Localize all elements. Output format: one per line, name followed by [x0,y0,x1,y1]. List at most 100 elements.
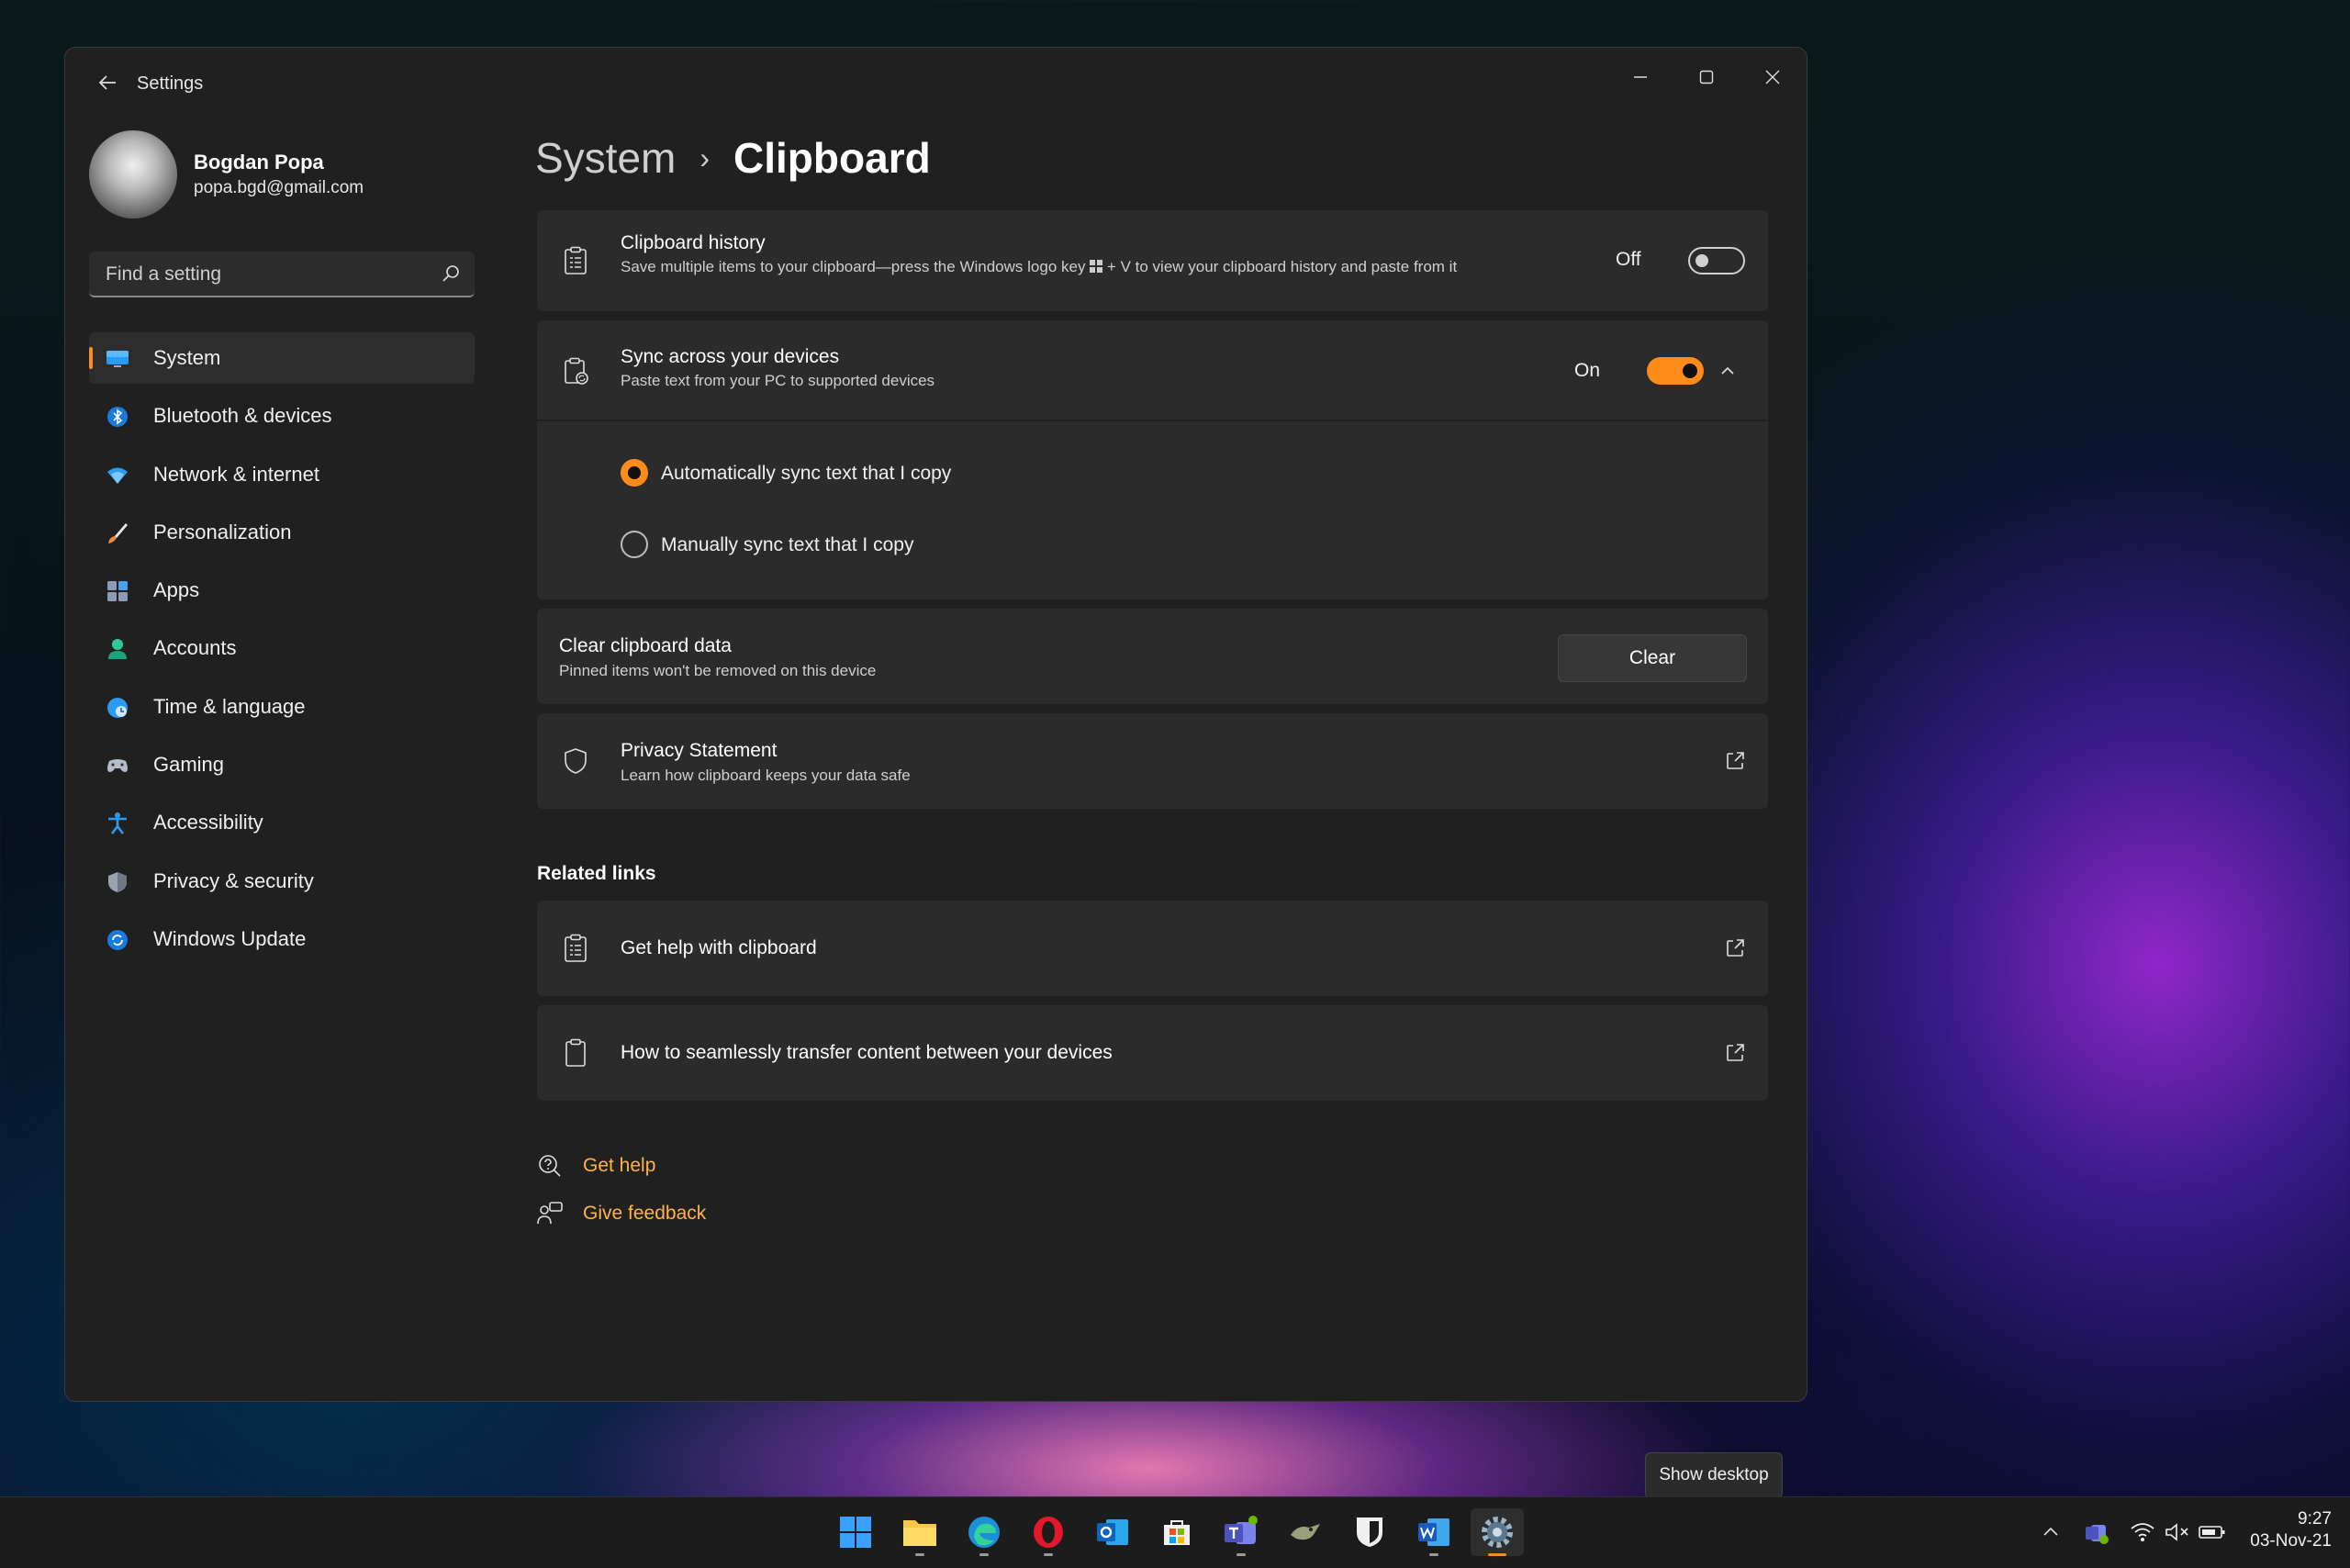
taskbar-store[interactable] [1153,1508,1201,1556]
taskbar-file-explorer[interactable] [896,1508,944,1556]
sidebar-item-network[interactable]: Network & internet [89,449,475,500]
external-link-icon[interactable] [1724,1042,1746,1064]
title-bar: Settings [65,48,1807,121]
tray-teams[interactable] [2082,1518,2111,1547]
sidebar-item-windows-update[interactable]: Windows Update [89,913,475,965]
related-link-transfer-content[interactable]: How to seamlessly transfer content betwe… [537,1005,1768,1101]
taskbar-edge[interactable] [960,1508,1008,1556]
clear-title: Clear clipboard data [559,635,732,656]
back-arrow-icon [98,75,116,90]
person-icon [108,639,127,660]
outlook-icon [1097,1519,1128,1545]
breadcrumb: System › Clipboard [535,130,931,185]
sidebar-item-label: Time & language [153,694,306,718]
tray-battery[interactable] [2198,1518,2227,1547]
system-monitor-icon [106,351,129,367]
tray-wifi[interactable] [2128,1518,2157,1547]
app-icon [1291,1524,1320,1540]
back-button[interactable] [91,68,124,101]
get-help-label: Get help [583,1155,656,1176]
window-title: Settings [137,73,204,94]
auto-sync-radio[interactable] [621,459,648,487]
clipboard-sync-icon [565,357,588,385]
sidebar-item-gaming[interactable]: Gaming [89,739,475,790]
search-input[interactable] [104,252,420,297]
apps-icon [107,581,128,602]
tray-overflow-button[interactable] [2036,1518,2065,1547]
give-feedback-link[interactable]: Give feedback [537,1197,706,1230]
external-link-icon[interactable] [1724,937,1746,959]
manual-sync-label[interactable]: Manually sync text that I copy [661,534,913,556]
bluetooth-icon [107,407,128,428]
windows-logo-icon [1090,260,1103,273]
feedback-icon [537,1202,563,1225]
taskbar-opera[interactable] [1024,1508,1072,1556]
toggle-knob [1683,364,1697,378]
clear-clipboard-card: Clear clipboard data Pinned items won't … [537,609,1768,704]
running-indicator [1044,1553,1053,1556]
taskbar-teams[interactable] [1217,1508,1265,1556]
search-box[interactable] [89,252,475,297]
show-desktop-tooltip: Show desktop [1645,1452,1783,1498]
related-link-help-clipboard[interactable]: Get help with clipboard [537,901,1768,996]
related-link-label: Get help with clipboard [621,937,817,958]
start-button[interactable] [832,1508,879,1556]
tray-volume[interactable] [2163,1518,2192,1547]
running-indicator [915,1553,924,1556]
auto-sync-label[interactable]: Automatically sync text that I copy [661,463,951,485]
maximize-button[interactable] [1673,48,1740,106]
external-link-icon[interactable] [1724,750,1746,772]
sync-state: On [1574,360,1601,381]
avatar [89,130,177,218]
sidebar-item-label: Apps [153,578,200,602]
taskbar-bitwarden[interactable] [1346,1508,1393,1556]
search-icon[interactable] [440,263,462,285]
privacy-title: Privacy Statement [621,740,778,761]
taskbar-settings[interactable] [1471,1508,1524,1556]
toggle-knob [1695,254,1708,267]
sidebar-item-time-language[interactable]: Time & language [89,681,475,733]
sidebar-item-label: Network & internet [153,462,319,486]
related-link-label: How to seamlessly transfer content betwe… [621,1042,1113,1063]
clipboard-history-toggle[interactable] [1688,247,1745,274]
taskbar-app[interactable] [1281,1508,1329,1556]
taskbar-word[interactable] [1410,1508,1458,1556]
sidebar-item-label: Personalization [153,520,292,543]
sidebar-item-accounts[interactable]: Accounts [89,622,475,674]
privacy-statement-card[interactable]: Privacy Statement Learn how clipboard ke… [537,713,1768,809]
taskbar-outlook[interactable] [1089,1508,1136,1556]
sidebar-item-bluetooth[interactable]: Bluetooth & devices [89,390,475,442]
sidebar-item-label: Accounts [153,636,237,660]
sync-toggle[interactable] [1647,357,1704,385]
get-help-link[interactable]: Get help [537,1149,655,1182]
maximize-icon [1699,70,1714,84]
breadcrumb-parent[interactable]: System [535,133,676,183]
taskbar-clock[interactable]: 9:27 03-Nov-21 [2250,1508,2332,1552]
divider [537,420,1768,421]
running-indicator [979,1553,989,1556]
clipboard-history-title: Clipboard history [621,232,766,253]
globe-clock-icon [107,697,128,718]
chevron-up-icon[interactable] [1719,363,1736,379]
sidebar-item-accessibility[interactable]: Accessibility [89,797,475,848]
sidebar-item-privacy-security[interactable]: Privacy & security [89,856,475,907]
store-icon [1164,1520,1190,1545]
sidebar-item-label: Bluetooth & devices [153,404,332,428]
settings-window: Settings Bogdan Popa popa.bgd@gmail.com … [64,47,1807,1402]
active-indicator [1488,1553,1506,1556]
clear-button[interactable]: Clear [1558,634,1747,682]
close-icon [1765,70,1780,84]
sidebar-item-apps[interactable]: Apps [89,565,475,616]
manual-sync-radio[interactable] [621,531,648,558]
sidebar-item-label: System [153,346,221,369]
close-button[interactable] [1740,48,1806,106]
shield-icon [108,871,127,892]
minimize-button[interactable] [1607,48,1673,106]
sidebar-item-system[interactable]: System [89,332,475,384]
file-explorer-icon [903,1520,936,1546]
edge-icon [968,1517,1000,1548]
sidebar-item-personalization[interactable]: Personalization [89,507,475,558]
clipboard-history-desc: Save multiple items to your clipboard—pr… [621,258,1465,275]
sidebar-item-label: Privacy & security [153,868,314,892]
sidebar-item-label: Accessibility [153,811,263,834]
